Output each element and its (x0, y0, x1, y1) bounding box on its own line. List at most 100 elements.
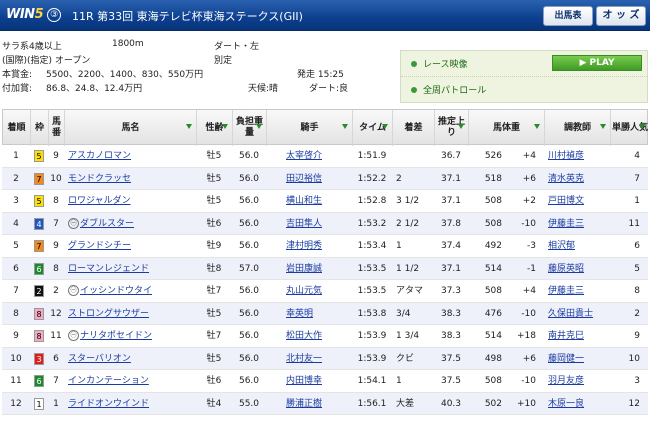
trainer-link[interactable]: 清水英克 (548, 174, 584, 184)
trainer-link[interactable]: 川村禎彦 (548, 151, 584, 161)
jockey-link[interactable]: 津村明秀 (286, 241, 322, 251)
trainer-link[interactable]: 相沢郁 (548, 241, 575, 251)
play-icon: ▶ (579, 58, 587, 68)
cell-last3f: 36.7 (440, 151, 462, 161)
header-popularity[interactable]: 単勝人気 (611, 110, 649, 146)
horse-name-link[interactable]: ダブルスター (80, 219, 134, 229)
cell-body-weight-diff: +6 (522, 173, 536, 184)
trainer-link[interactable]: 伊藤圭三 (548, 219, 584, 229)
track-condition: ダート:良 (309, 84, 349, 94)
patrol-link[interactable]: 全周パトロール (423, 83, 486, 96)
cell-margin: 3/4 (396, 308, 411, 319)
sort-arrow-icon (458, 124, 464, 129)
jockey-link[interactable]: 北村友一 (286, 354, 322, 364)
cell-umaban: 7 (53, 218, 59, 229)
waku-badge: 8 (34, 330, 44, 342)
race-result-page: WIN5 ③ 11R 第33回 東海テレビ杯東海ステークス(GII) 出馬表 オ… (0, 0, 650, 425)
jockey-link[interactable]: 内田博幸 (286, 376, 322, 386)
cell-last3f: 37.3 (440, 286, 462, 296)
table-row: 2 7 2 ㊀イッシンドウタイ 牡7 56.0 丸山元気 1:53.5 アタマ 37.3 508 +4… (2, 280, 648, 303)
cell-load: 56.0 (238, 218, 260, 229)
cell-load: 56.0 (238, 308, 260, 319)
trainer-link[interactable]: 木原一良 (548, 399, 584, 409)
race-card-button[interactable]: 出馬表 (543, 6, 593, 26)
marker-icon: ㊀ (68, 285, 79, 296)
cell-body-weight: 508 (484, 376, 502, 386)
cell-order: 6 (13, 263, 19, 274)
header-load[interactable]: 負担重量 (233, 110, 267, 146)
sort-arrow-icon (256, 124, 262, 129)
cell-order: 5 (13, 241, 19, 251)
trainer-link[interactable]: 羽月友彦 (548, 376, 584, 386)
cell-umaban: 8 (53, 196, 59, 206)
trainer-link[interactable]: 伊藤圭三 (548, 286, 584, 296)
cell-load: 56.0 (238, 353, 260, 364)
jockey-link[interactable]: 横山和生 (286, 196, 322, 206)
horse-name-link[interactable]: ロワジャルダン (68, 196, 131, 206)
cell-margin: 2 (396, 173, 402, 184)
cell-umaban: 11 (50, 331, 62, 341)
jockey-link[interactable]: 松田大作 (286, 331, 322, 341)
odds-button[interactable]: オ ッ ズ (596, 6, 646, 26)
cell-jockey: 太宰啓介 (286, 145, 352, 167)
cell-jockey: 丸山元気 (286, 280, 352, 302)
horse-name-link[interactable]: ローマンレジェンド (68, 264, 149, 274)
horse-name-link[interactable]: インカンテーション (68, 376, 149, 386)
race-info: サラ系4歳以上 1800m ダート・左 (国際)(指定) オープン 別定 本賞金… (2, 37, 397, 101)
logo-text: WIN (6, 7, 35, 22)
marker-icon: ㊀ (68, 330, 79, 341)
header-bar: WIN5 ③ 11R 第33回 東海テレビ杯東海ステークス(GII) 出馬表 オ… (0, 0, 650, 31)
header-time[interactable]: タイム (353, 110, 393, 146)
cell-last3f: 37.1 (440, 173, 462, 184)
jockey-link[interactable]: 勝浦正樹 (286, 399, 322, 409)
sort-arrow-icon (382, 124, 388, 129)
cell-umaban: 2 (53, 286, 59, 296)
header-body-weight[interactable]: 馬体重 (469, 110, 545, 146)
header-horse[interactable]: 馬名 (65, 110, 197, 146)
race-video-label[interactable]: レース映像 (423, 57, 468, 70)
cell-body-weight: 526 (484, 151, 502, 161)
trainer-link[interactable]: 久保田貴士 (548, 309, 593, 319)
header-sexage[interactable]: 性齢 (197, 110, 233, 146)
jockey-link[interactable]: 丸山元気 (286, 286, 322, 296)
jockey-link[interactable]: 吉田隼人 (286, 219, 322, 229)
horse-name-link[interactable]: スターバリオン (68, 354, 131, 364)
header-last3f[interactable]: 推定上り (435, 110, 469, 146)
jockey-link[interactable]: 太宰啓介 (286, 151, 322, 161)
table-row: 8 9 11 ㊀ナリタポセイドン 牡7 56.0 松田大作 1:53.9 1 3/4 38.3 51… (2, 325, 648, 348)
cell-horse: インカンテーション (68, 370, 196, 392)
cell-time: 1:53.4 (357, 241, 387, 251)
cell-popularity: 12 (628, 398, 640, 409)
horse-name-link[interactable]: アスカノロマン (68, 151, 131, 161)
race-class: サラ系4歳以上 (2, 42, 62, 52)
horse-name-link[interactable]: ナリタポセイドン (80, 331, 152, 341)
cell-trainer: 伊藤圭三 (548, 213, 610, 235)
play-button[interactable]: ▶ PLAY (552, 55, 642, 71)
race-title: 11R 第33回 東海テレビ杯東海ステークス(GII) (72, 10, 303, 23)
waku-badge: 5 (34, 195, 44, 207)
header-jockey[interactable]: 騎手 (267, 110, 353, 146)
cell-time: 1:52.8 (357, 196, 387, 206)
header-margin: 着差 (393, 110, 435, 146)
trainer-link[interactable]: 戸田博文 (548, 196, 584, 206)
trainer-link[interactable]: 藤原英昭 (548, 264, 584, 274)
cell-body-weight: 492 (484, 241, 502, 251)
horse-name-link[interactable]: グランドシチー (68, 241, 131, 251)
cell-trainer: 久保田貴士 (548, 303, 610, 325)
cell-order: 9 (13, 331, 19, 341)
horse-name-link[interactable]: イッシンドウタイ (80, 286, 152, 296)
cell-order: 12 (10, 398, 22, 409)
jockey-link[interactable]: 田辺裕信 (286, 174, 322, 184)
horse-name-link[interactable]: ストロングサウザー (68, 309, 149, 319)
jockey-link[interactable]: 幸英明 (286, 309, 313, 319)
horse-name-link[interactable]: ライドオンウインド (68, 399, 149, 409)
weather: 天候:晴 (248, 84, 279, 94)
cell-margin (396, 145, 434, 167)
header-trainer[interactable]: 調教師 (545, 110, 611, 146)
jockey-link[interactable]: 岩田康誠 (286, 264, 322, 274)
cell-order: 4 (13, 218, 19, 229)
horse-name-link[interactable]: モンドクラッセ (68, 174, 131, 184)
trainer-link[interactable]: 南井克巳 (548, 331, 584, 341)
trainer-link[interactable]: 藤岡健一 (548, 354, 584, 364)
table-row: 6 11 7 インカンテーション 牡6 56.0 内田博幸 1:54.1 1 37.5 508 -10… (2, 370, 648, 393)
